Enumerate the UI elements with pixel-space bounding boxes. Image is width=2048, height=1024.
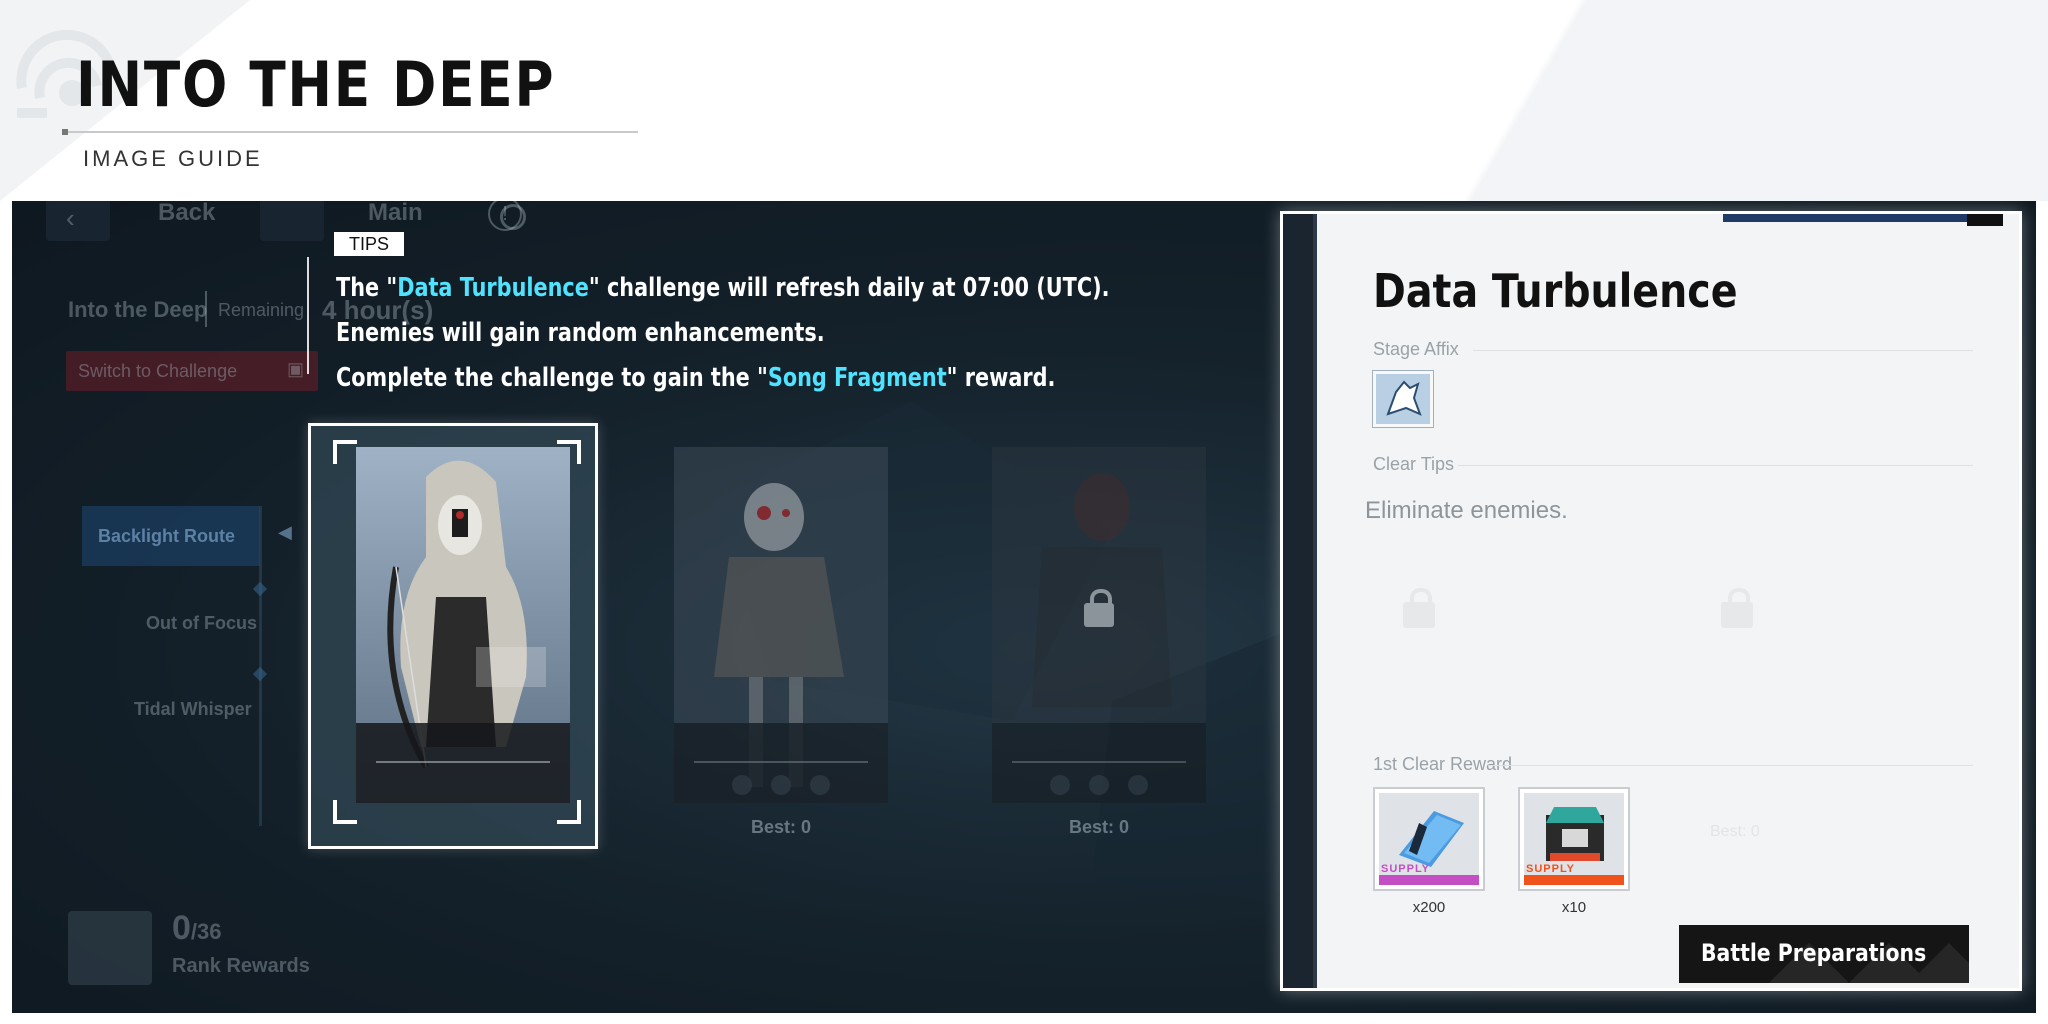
guide-header: INTO THE DEEP IMAGE GUIDE bbox=[0, 0, 2048, 201]
game-screenshot: ‹ Back Main ! Into the Deep Remaining 4 … bbox=[12, 201, 2036, 1013]
route-node bbox=[252, 666, 268, 682]
lock-icon bbox=[1084, 589, 1114, 627]
rarity-stripe bbox=[1524, 875, 1624, 885]
stage-card-locked[interactable] bbox=[992, 447, 1206, 803]
wolf-emblem-icon[interactable] bbox=[1373, 371, 1433, 427]
panel-top-button[interactable] bbox=[1967, 214, 2003, 226]
switch-label: Switch to Challenge bbox=[78, 361, 238, 381]
panel-left-strip-edge bbox=[1313, 214, 1317, 988]
route-item-out-of-focus[interactable]: Out of Focus bbox=[146, 613, 257, 634]
route-node bbox=[252, 581, 268, 597]
caret-left-icon: ◀ bbox=[278, 522, 292, 542]
supply-tag: SUPPLY bbox=[1526, 863, 1576, 875]
switch-to-challenge-button[interactable]: Switch to Challenge ▣ bbox=[66, 351, 318, 391]
mode-separator bbox=[205, 291, 207, 327]
lock-icon: ▣ bbox=[286, 359, 304, 379]
stage-name: Data Turbulence bbox=[1373, 264, 1738, 318]
main-button[interactable] bbox=[260, 201, 526, 241]
rarity-stripe bbox=[1379, 875, 1479, 885]
highlight-reward-name: Song Fragment bbox=[767, 363, 947, 393]
tips-bracket-line bbox=[307, 257, 309, 374]
best-score: Best: 0 bbox=[1068, 817, 1130, 837]
stage-card[interactable] bbox=[674, 447, 888, 803]
reward-quantity: x10 bbox=[1561, 899, 1587, 916]
page-title: INTO THE DEEP bbox=[76, 48, 556, 121]
reward-quantity: x200 bbox=[1412, 899, 1446, 916]
tips-tag: TIPS bbox=[334, 232, 404, 256]
card-progress-bar bbox=[992, 723, 1206, 803]
frame-corner bbox=[333, 440, 357, 464]
enemy-portrait-archer bbox=[356, 447, 570, 803]
back-label: Back bbox=[158, 201, 216, 226]
stage-affix-label: Stage Affix bbox=[1373, 339, 1459, 359]
best-score: Best: 0 bbox=[750, 817, 812, 837]
frame-corner bbox=[557, 800, 581, 824]
rank-reward-icon[interactable] bbox=[68, 911, 152, 985]
rank-progress: 0/36 bbox=[172, 909, 222, 947]
best-score: Best: 0 bbox=[1710, 823, 1760, 840]
stage-detail-panel: Data Turbulence Stage Affix Clear Tips E… bbox=[1280, 211, 2022, 991]
tip-line: Complete the challenge to gain the "Song… bbox=[336, 363, 1056, 393]
title-divider bbox=[64, 131, 638, 133]
tip-line: The "Data Turbulence" challenge will ref… bbox=[336, 273, 1110, 303]
route-label: Backlight Route bbox=[98, 526, 236, 546]
section-divider bbox=[1458, 465, 1973, 466]
page-subtitle: IMAGE GUIDE bbox=[83, 146, 263, 171]
back-button[interactable]: ‹ bbox=[46, 201, 110, 241]
reward-item-processor[interactable]: SUPPLY bbox=[1518, 787, 1630, 891]
section-divider bbox=[1488, 765, 1973, 766]
panel-top-bar bbox=[1723, 214, 2003, 222]
lock-icon bbox=[1721, 588, 1753, 628]
reward-item-data-chip[interactable]: SUPPLY bbox=[1373, 787, 1485, 891]
battle-preparations-label: Battle Preparations bbox=[1701, 939, 1927, 967]
stage-card[interactable] bbox=[356, 447, 570, 803]
route-list: Backlight Route ◀ Out of Focus Tidal Whi… bbox=[82, 506, 312, 826]
mode-name: Into the Deep bbox=[68, 297, 208, 322]
title-divider-dot bbox=[62, 129, 68, 135]
card-progress-bar bbox=[356, 723, 570, 803]
header-bg-shape-right bbox=[1328, 0, 2048, 201]
tip-line: Enemies will gain random enhancements. bbox=[336, 318, 825, 348]
rank-rewards-label: Rank Rewards bbox=[172, 955, 310, 977]
enemy-portrait-construct bbox=[674, 447, 888, 803]
clear-tips-text: Eliminate enemies. bbox=[1365, 497, 1568, 524]
lock-icon bbox=[1403, 588, 1435, 628]
card-progress-bar bbox=[674, 723, 888, 803]
supply-tag: SUPPLY bbox=[1381, 863, 1431, 875]
main-label: Main bbox=[368, 201, 423, 226]
section-divider bbox=[1473, 350, 1973, 351]
route-item-tidal-whisper[interactable]: Tidal Whisper bbox=[134, 699, 252, 720]
panel-left-strip bbox=[1283, 214, 1313, 988]
remaining-label: Remaining bbox=[218, 300, 305, 320]
clear-tips-label: Clear Tips bbox=[1373, 454, 1455, 474]
frame-corner bbox=[333, 800, 357, 824]
battle-preparations-button[interactable]: Battle Preparations bbox=[1679, 925, 1969, 983]
chevron-left-icon: ‹ bbox=[66, 203, 75, 233]
highlight-challenge-name: Data Turbulence bbox=[397, 273, 589, 303]
